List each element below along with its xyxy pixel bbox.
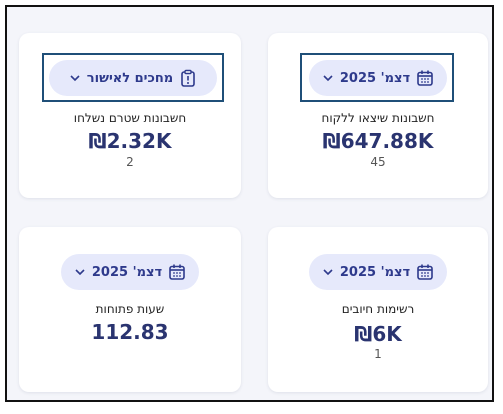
- chevron-down-icon: [322, 72, 334, 84]
- month-filter-button[interactable]: דצמ' 2025: [309, 60, 447, 96]
- card-label: חשבונות שיצאו ללקוח: [321, 111, 435, 125]
- invoices-not-sent-card: מחכים לאישור חשבונות שטרם נשלחו ₪2.32K 2: [19, 33, 241, 198]
- month-filter-button[interactable]: דצמ' 2025: [61, 254, 199, 290]
- card-value: ₪647.88K: [322, 129, 434, 153]
- card-count: 45: [370, 155, 386, 169]
- card-label: חשבונות שטרם נשלחו: [73, 111, 187, 125]
- chevron-down-icon: [69, 72, 81, 84]
- month-filter-button[interactable]: דצמ' 2025: [309, 254, 447, 290]
- month-filter-label: דצמ' 2025: [339, 264, 411, 280]
- card-value: ₪2.32K: [88, 129, 172, 153]
- open-hours-card: דצמ' 2025 שעות פתוחות 112.83: [19, 227, 241, 392]
- chevron-down-icon: [74, 266, 86, 278]
- pending-clipboard-icon: [179, 69, 197, 87]
- month-filter-label: דצמ' 2025: [339, 70, 411, 86]
- dashboard-frame: דצמ' 2025 חשבונות שיצאו ללקוח ₪647.88K 4…: [5, 5, 494, 402]
- card-count: 2: [126, 155, 134, 169]
- billing-lists-card: דצמ' 2025 רשימות חיובים ₪6K 1: [268, 227, 488, 392]
- calendar-icon: [168, 263, 186, 281]
- calendar-icon: [416, 69, 434, 87]
- card-label: שעות פתוחות: [95, 302, 165, 316]
- card-count: 1: [374, 347, 382, 361]
- pending-approval-filter-button[interactable]: מחכים לאישור: [49, 60, 217, 96]
- calendar-icon: [416, 263, 434, 281]
- card-label: רשימות חיובים: [341, 302, 415, 316]
- pending-filter-label: מחכים לאישור: [86, 70, 174, 86]
- month-filter-label: דצמ' 2025: [91, 264, 163, 280]
- card-value: ₪6K: [354, 322, 402, 346]
- card-value: 112.83: [91, 320, 169, 344]
- chevron-down-icon: [322, 266, 334, 278]
- invoices-sent-card: דצמ' 2025 חשבונות שיצאו ללקוח ₪647.88K 4…: [268, 33, 488, 198]
